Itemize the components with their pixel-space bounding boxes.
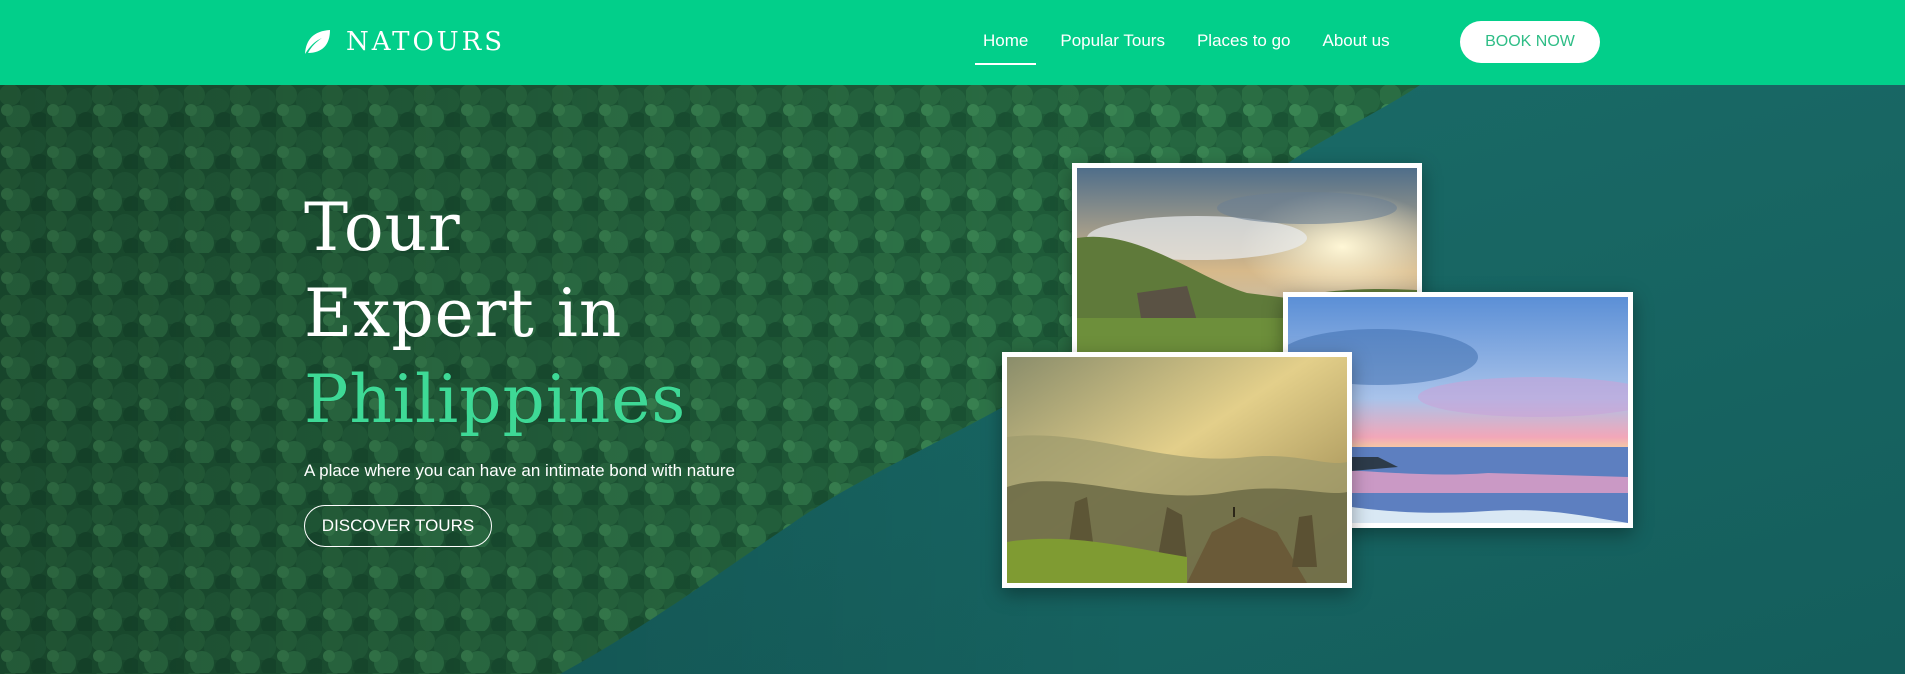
headline-line-3: Philippines xyxy=(304,361,687,438)
hero-section: Tour Expert in Philippines A place where… xyxy=(0,85,1905,674)
nav-item-home[interactable]: Home xyxy=(975,0,1037,85)
brand-logo[interactable]: NATOURS xyxy=(302,26,505,58)
nav-item-popular-tours[interactable]: Popular Tours xyxy=(1052,0,1173,85)
nav-item-about-us[interactable]: About us xyxy=(1315,0,1398,85)
leaf-icon xyxy=(305,30,330,54)
hero-tagline: A place where you can have an intimate b… xyxy=(304,461,735,480)
brand-name: NATOURS xyxy=(346,27,506,57)
tour-photo-mountain-valley[interactable] xyxy=(1002,352,1352,588)
nav-item-places-to-go[interactable]: Places to go xyxy=(1189,0,1299,85)
book-now-button[interactable]: BOOK NOW xyxy=(1460,21,1600,63)
main-nav: Home Popular Tours Places to go About us xyxy=(975,0,1414,85)
top-navigation-bar: NATOURS Home Popular Tours Places to go … xyxy=(0,0,1905,85)
hero-copy: Tour Expert in Philippines A place where… xyxy=(304,185,735,547)
headline-line-2: Expert in xyxy=(304,275,623,352)
hero-headline: Tour Expert in Philippines xyxy=(304,185,735,443)
headline-line-1: Tour xyxy=(304,189,461,266)
discover-tours-button[interactable]: DISCOVER TOURS xyxy=(304,505,492,547)
